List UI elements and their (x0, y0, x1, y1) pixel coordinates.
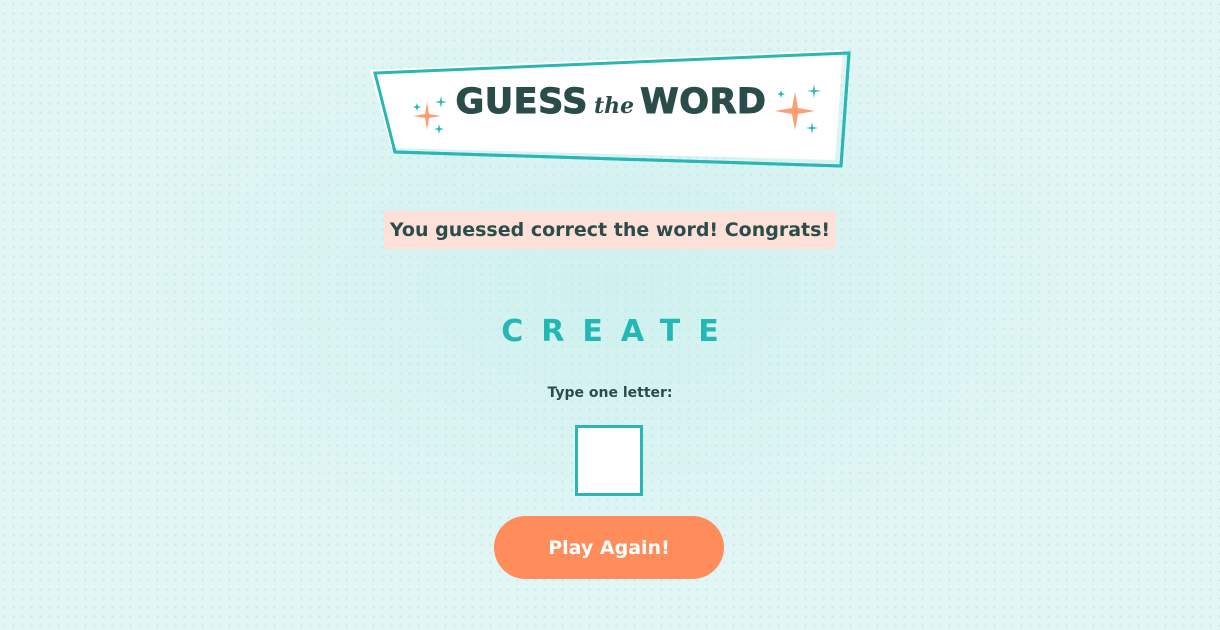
title-guess: GUESS (455, 82, 588, 123)
play-again-button[interactable]: Play Again! (494, 516, 724, 579)
title-banner: GUESS the WORD (365, 48, 857, 172)
title-the: the (593, 93, 635, 119)
title-word: WORD (640, 82, 767, 123)
letter-input[interactable] (575, 425, 643, 496)
page: GUESS the WORD You guessed correct the wor… (0, 0, 1220, 630)
word-in-progress: CREATE (501, 314, 737, 349)
status-message: You guessed correct the word! Congrats! (383, 211, 837, 249)
page-title: GUESS the WORD (365, 82, 857, 123)
letter-input-label: Type one letter: (547, 385, 673, 401)
